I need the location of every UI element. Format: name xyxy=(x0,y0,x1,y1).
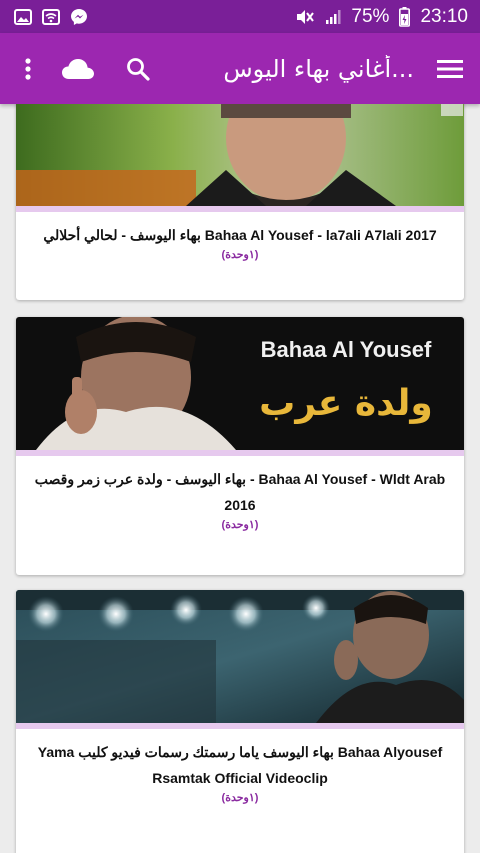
video-card[interactable]: Bahaa Alyousef بهاء اليوسف ياما رسمتك رس… xyxy=(16,590,464,853)
status-bar: 75% 23:10 xyxy=(0,0,480,33)
messenger-icon xyxy=(70,8,88,26)
video-count: (١وحدة) xyxy=(221,792,259,804)
video-count: (١وحدة) xyxy=(221,519,259,531)
thumbnail-image xyxy=(16,590,464,723)
gallery-icon xyxy=(14,8,32,25)
video-card[interactable]: Bahaa Al Yousef - la7ali A7lali 2017 بها… xyxy=(16,104,464,300)
video-count: (١وحدة) xyxy=(221,249,259,261)
thumbnail-image: Bahaa Al Yousef ولدة عرب xyxy=(16,317,464,450)
app-bar: أغاني بهاء اليوس... xyxy=(0,33,480,104)
signal-icon xyxy=(325,9,341,25)
search-icon xyxy=(127,57,150,81)
cloud-icon xyxy=(62,58,94,79)
thumbnail-image xyxy=(16,104,464,206)
battery-percent: 75% xyxy=(351,5,390,27)
video-list: Bahaa Al Yousef - la7ali A7lali 2017 بها… xyxy=(0,104,480,853)
battery-charging-icon xyxy=(399,6,411,27)
video-title: Bahaa Al Yousef - Wldt Arab - بهاء اليوس… xyxy=(34,471,446,513)
more-options-button[interactable] xyxy=(16,57,40,81)
search-button[interactable] xyxy=(124,57,152,81)
video-title: Bahaa Al Yousef - la7ali A7lali 2017 بها… xyxy=(43,227,437,243)
mute-icon xyxy=(295,8,315,26)
video-thumbnail[interactable]: Bahaa Al Yousef ولدة عرب xyxy=(16,317,464,450)
thumbnail-caption-en: Bahaa Al Yousef xyxy=(261,337,432,362)
app-title: أغاني بهاء اليوس... xyxy=(223,54,414,83)
more-vert-icon xyxy=(25,57,31,80)
menu-button[interactable] xyxy=(436,59,464,79)
cloud-button[interactable] xyxy=(60,57,96,81)
wifi-icon xyxy=(42,8,60,25)
video-thumbnail[interactable] xyxy=(16,590,464,723)
menu-icon xyxy=(437,59,463,78)
video-card[interactable]: Bahaa Al Yousef ولدة عرب Bahaa Al Yousef… xyxy=(16,317,464,575)
clock: 23:10 xyxy=(420,5,468,27)
thumbnail-caption-ar: ولدة عرب xyxy=(259,383,433,424)
video-title: Bahaa Alyousef بهاء اليوسف ياما رسمتك رس… xyxy=(37,744,443,786)
video-thumbnail[interactable] xyxy=(16,104,464,206)
